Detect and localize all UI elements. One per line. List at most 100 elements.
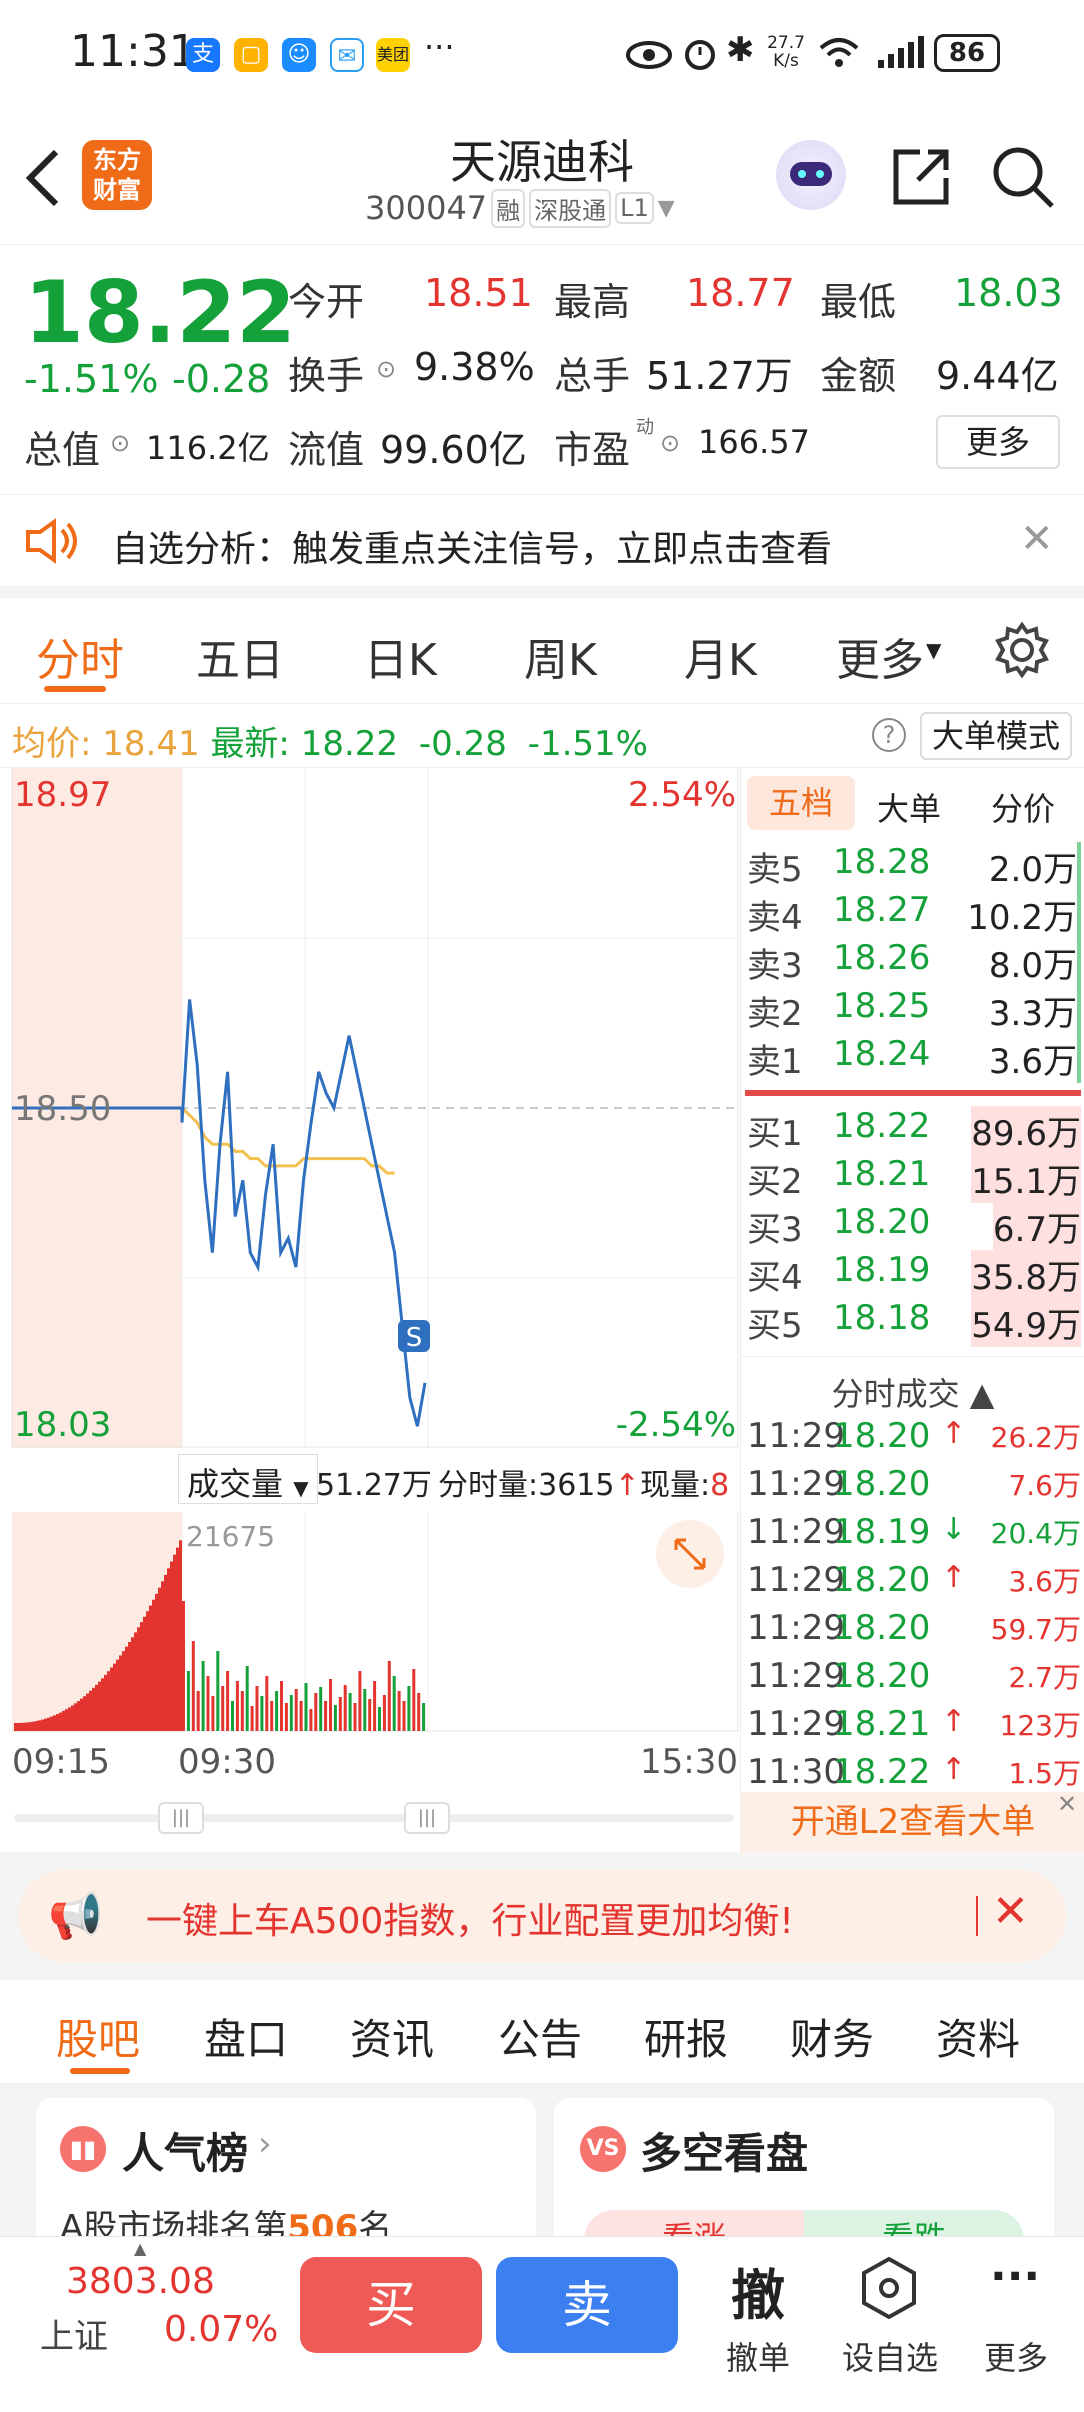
mcap-label: 总值: [24, 428, 101, 472]
volume-bar: [35, 1721, 38, 1731]
info-icon[interactable]: ⊙: [660, 429, 680, 457]
tab-handicap[interactable]: 盘口: [204, 2006, 288, 2067]
add-watchlist-label[interactable]: 设自选: [836, 2333, 944, 2379]
tab-big-orders[interactable]: 大单: [877, 784, 941, 830]
level-price: 18.25: [833, 986, 931, 1026]
level-price: 18.26: [833, 938, 931, 978]
tab-daily-k[interactable]: 日K: [364, 624, 437, 688]
caret-down-icon[interactable]: ▼: [658, 196, 675, 221]
volume-bar: [179, 1540, 182, 1731]
notice-bar[interactable]: 自选分析：触发重点关注信号，立即点击查看 ✕: [0, 496, 1084, 598]
robot-assistant-icon[interactable]: [776, 140, 846, 210]
tab-finance[interactable]: 财务: [790, 2006, 874, 2067]
sell-row[interactable]: 卖3 18.26 8.0万: [741, 936, 1084, 987]
close-icon[interactable]: ✕: [992, 1886, 1029, 1937]
volume-selector[interactable]: 成交量 ▼: [178, 1454, 318, 1504]
volume-bar: [382, 1695, 386, 1731]
caret-up-icon: ▲: [134, 2239, 147, 2258]
level-label: 卖4: [747, 898, 803, 938]
volume-bar: [134, 1632, 137, 1731]
buy-row[interactable]: 买3 18.20 6.7万: [741, 1200, 1084, 1251]
tab-announcements[interactable]: 公告: [498, 2006, 582, 2067]
volume-bar: [422, 1703, 426, 1731]
volume-bar: [392, 1676, 396, 1731]
bullish-button[interactable]: 看涨: [584, 2210, 804, 2236]
volume-bar: [299, 1701, 303, 1731]
volume-bar: [309, 1709, 313, 1731]
level-volume: 6.7万: [992, 1202, 1081, 1251]
level-label: 买2: [747, 1162, 803, 1202]
tab-profile[interactable]: 资料: [936, 2006, 1020, 2067]
add-watchlist-icon[interactable]: [858, 2255, 920, 2321]
sell-row[interactable]: 卖1 18.24 3.6万: [741, 1032, 1084, 1083]
share-icon[interactable]: [890, 146, 952, 208]
intraday-price-chart[interactable]: 18.97 18.50 18.03 2.54% -2.54% S: [0, 768, 740, 1448]
signal-icon: [878, 36, 924, 68]
volume-bar: [206, 1676, 210, 1731]
volume-value: 51.27万: [646, 354, 793, 398]
open-label: 今开: [288, 280, 365, 324]
tab-five-level[interactable]: 五档: [747, 776, 855, 830]
open-l2-button[interactable]: 开通L2查看大单: [741, 1792, 1084, 1852]
buy-row[interactable]: 买5 18.18 54.9万: [741, 1296, 1084, 1347]
caret-down-icon: ▼: [926, 638, 942, 662]
cancel-order-label[interactable]: 撤单: [716, 2333, 800, 2379]
volume-bar: [137, 1627, 140, 1731]
tab-five-day[interactable]: 五日: [196, 624, 284, 688]
sell-row[interactable]: 卖4 18.27 10.2万: [741, 888, 1084, 939]
buy-row[interactable]: 买1 18.22 89.6万: [741, 1104, 1084, 1155]
meituan-icon: 美团: [376, 38, 410, 72]
more-icon[interactable]: ···: [990, 2251, 1040, 2302]
level-label: 卖3: [747, 946, 803, 986]
more-quote-button[interactable]: 更多: [936, 415, 1060, 469]
buy-row[interactable]: 买2 18.21 15.1万: [741, 1152, 1084, 1203]
level-label: 买5: [747, 1306, 803, 1346]
tab-news[interactable]: 资讯: [350, 2006, 434, 2067]
slider-handle-left[interactable]: |||: [158, 1802, 204, 1834]
x-label-close: 15:30: [640, 1742, 738, 1782]
trade-tick-row: 11:29 18.20 7.6万: [741, 1462, 1084, 1508]
info-icon[interactable]: ⊙: [110, 429, 130, 457]
trade-tick-row: 11:29 18.20 ↑ 26.2万: [741, 1414, 1084, 1460]
popularity-card[interactable]: ▮▮ 人气榜 › A股市场排名第506名: [36, 2098, 536, 2236]
index-value[interactable]: 3803.08: [66, 2261, 215, 2302]
volume-bar: [89, 1690, 92, 1731]
tab-weekly-k[interactable]: 周K: [524, 624, 597, 688]
search-icon[interactable]: [990, 144, 1056, 210]
gear-icon[interactable]: [994, 622, 1050, 678]
time-slider-track[interactable]: [14, 1814, 734, 1822]
promo-banner[interactable]: 📢 一键上车A500指数，行业配置更加均衡! ✕: [18, 1870, 1066, 1962]
cancel-order-icon[interactable]: 撤: [720, 2251, 796, 2330]
avg-info-bar: 均价: 18.41 最新: 18.22 -0.28 -1.51% ? 大单模式: [0, 704, 1084, 768]
buy-button[interactable]: 买: [300, 2257, 482, 2353]
info-icon[interactable]: ⊙: [376, 355, 396, 383]
volume-bar: [20, 1722, 23, 1731]
volume-bar: [221, 1686, 225, 1731]
volume-bar: [128, 1642, 131, 1731]
ticks-title[interactable]: 分时成交 ▲: [741, 1356, 1084, 1415]
bearish-button[interactable]: 看跌: [804, 2210, 1024, 2236]
sell-button[interactable]: 卖: [496, 2257, 678, 2353]
low-label: 最低: [820, 280, 897, 324]
sell-row[interactable]: 卖2 18.25 3.3万: [741, 984, 1084, 1035]
more-label[interactable]: 更多: [984, 2333, 1048, 2379]
trade-tick-row: 11:29 18.20 ↑ 3.6万: [741, 1558, 1084, 1604]
close-icon[interactable]: ✕: [1051, 1790, 1083, 1822]
tab-intraday[interactable]: 分时: [36, 624, 124, 688]
volume-max-label: 21675: [186, 1520, 275, 1553]
change-abs: -0.28: [172, 357, 271, 401]
buy-row[interactable]: 买4 18.19 35.8万: [741, 1248, 1084, 1299]
tab-monthly-k[interactable]: 月K: [684, 624, 757, 688]
help-icon[interactable]: ?: [872, 718, 906, 752]
volume-chart[interactable]: 21675: [0, 1512, 740, 1732]
close-icon[interactable]: ✕: [1020, 516, 1054, 562]
bull-bear-card[interactable]: VS 多空看盘 看涨 看跌: [554, 2098, 1054, 2236]
sell-row[interactable]: 卖5 18.28 2.0万: [741, 840, 1084, 891]
big-order-mode-button[interactable]: 大单模式: [920, 712, 1072, 760]
tab-research[interactable]: 研报: [644, 2006, 728, 2067]
tab-forum[interactable]: 股吧: [56, 2006, 140, 2067]
volume-bar: [353, 1703, 357, 1731]
tab-price-dist[interactable]: 分价: [991, 784, 1055, 830]
slider-handle-right[interactable]: |||: [404, 1802, 450, 1834]
tab-more[interactable]: 更多: [836, 624, 924, 688]
